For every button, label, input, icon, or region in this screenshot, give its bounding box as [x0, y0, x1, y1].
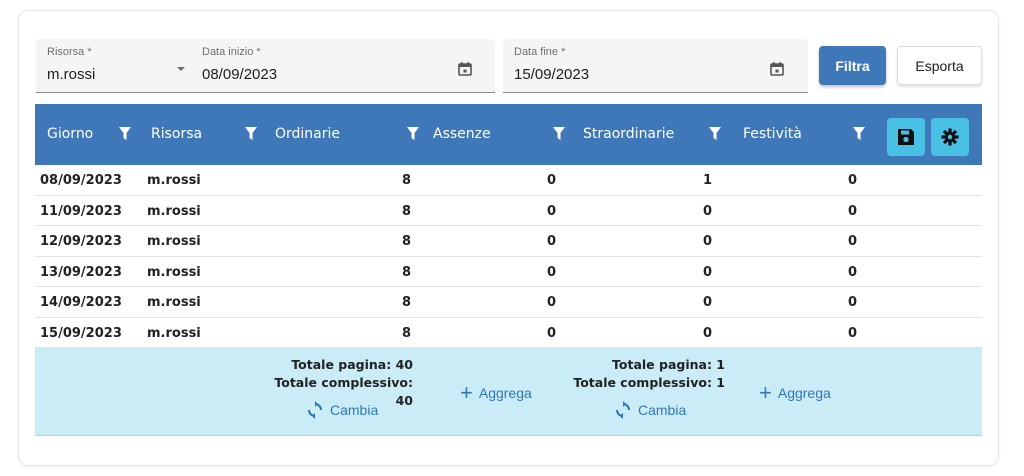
cell-risorsa: m.rossi — [147, 325, 201, 341]
table-row[interactable]: 11/09/2023 m.rossi 8 0 0 0 — [35, 196, 982, 226]
filtra-button[interactable]: Filtra — [819, 46, 886, 85]
cell-straordinarie: 0 — [703, 295, 713, 310]
table-row[interactable]: 12/09/2023 m.rossi 8 0 0 0 — [35, 226, 982, 257]
grid-body: 08/09/2023 m.rossi 8 0 1 0 11/09/2023 m.… — [35, 165, 982, 348]
cell-risorsa: m.rossi — [147, 295, 201, 310]
refresh-icon — [308, 401, 322, 419]
aggrega-ordinarie-link[interactable]: + Aggrega — [460, 380, 532, 405]
column-label: Straordinarie — [583, 126, 675, 142]
calendar-icon[interactable] — [769, 61, 785, 77]
straordinarie-totals: Totale pagina: 1 Totale complessivo: 1 — [565, 356, 725, 392]
data-fine-value: 15/09/2023 — [514, 66, 590, 83]
column-risorsa[interactable]: Risorsa — [135, 104, 265, 165]
cell-risorsa: m.rossi — [147, 173, 201, 188]
aggrega-label: Aggrega — [478, 385, 532, 401]
calendar-icon[interactable] — [457, 61, 473, 77]
settings-button[interactable] — [931, 118, 969, 156]
save-icon — [898, 129, 914, 145]
cell-straordinarie: 0 — [703, 203, 713, 219]
cell-festivita: 0 — [848, 264, 858, 280]
cell-straordinarie: 0 — [703, 234, 713, 249]
column-festivita[interactable]: Festività — [725, 104, 875, 165]
filter-icon[interactable] — [709, 127, 721, 141]
cell-straordinarie: 0 — [703, 264, 713, 280]
cambia-label: Cambia — [638, 402, 687, 418]
aggrega-straordinarie-link[interactable]: + Aggrega — [759, 380, 831, 405]
straordinarie-page-total: Totale pagina: 1 — [612, 357, 725, 372]
cambia-label: Cambia — [330, 402, 379, 418]
plus-icon: + — [759, 380, 772, 405]
cell-festivita: 0 — [848, 173, 858, 188]
cell-assenze: 0 — [547, 173, 557, 188]
column-giorno[interactable]: Giorno — [35, 104, 135, 165]
cell-festivita: 0 — [848, 234, 858, 249]
column-assenze[interactable]: Assenze — [425, 104, 570, 165]
column-label: Assenze — [433, 126, 491, 142]
data-grid: Giorno Risorsa Ordinarie Assenze Straord… — [35, 104, 982, 436]
cell-giorno: 11/09/2023 — [40, 203, 122, 219]
cell-giorno: 13/09/2023 — [40, 264, 122, 280]
risorsa-select[interactable]: Risorsa * m.rossi — [36, 39, 201, 93]
cell-giorno: 08/09/2023 — [40, 173, 122, 188]
aggrega-label: Aggrega — [777, 385, 831, 401]
data-fine-field[interactable]: Data fine * 15/09/2023 — [503, 39, 808, 93]
cell-ordinarie: 8 — [402, 234, 412, 249]
straordinarie-cambia-link[interactable]: Cambia — [614, 401, 686, 419]
cell-risorsa: m.rossi — [147, 203, 201, 219]
cell-straordinarie: 0 — [703, 325, 713, 341]
cell-ordinarie: 8 — [402, 264, 412, 280]
column-label: Ordinarie — [275, 126, 341, 142]
risorsa-value: m.rossi — [47, 66, 96, 83]
cell-ordinarie: 8 — [402, 173, 412, 188]
cell-assenze: 0 — [547, 203, 557, 219]
table-row[interactable]: 13/09/2023 m.rossi 8 0 0 0 — [35, 257, 982, 287]
table-row[interactable]: 08/09/2023 m.rossi 8 0 1 0 — [35, 165, 982, 196]
table-row[interactable]: 15/09/2023 m.rossi 8 0 0 0 — [35, 318, 982, 348]
cell-assenze: 0 — [547, 264, 557, 280]
ordinarie-cambia-link[interactable]: Cambia — [306, 401, 378, 419]
data-inizio-label: Data inizio * — [202, 46, 261, 58]
chevron-down-icon[interactable] — [173, 61, 189, 77]
esporta-button[interactable]: Esporta — [897, 46, 982, 85]
filter-icon[interactable] — [407, 127, 419, 141]
filter-icon[interactable] — [245, 127, 257, 141]
cell-giorno: 15/09/2023 — [40, 325, 122, 341]
table-row[interactable]: 14/09/2023 m.rossi 8 0 0 0 — [35, 287, 982, 318]
cell-giorno: 12/09/2023 — [40, 234, 122, 249]
refresh-icon — [616, 401, 630, 419]
cell-ordinarie: 8 — [402, 295, 412, 310]
cell-festivita: 0 — [848, 203, 858, 219]
data-fine-label: Data fine * — [514, 46, 566, 58]
column-label: Risorsa — [151, 126, 203, 142]
filter-icon[interactable] — [853, 127, 865, 141]
cell-straordinarie: 1 — [703, 173, 713, 188]
filter-icon[interactable] — [119, 127, 131, 141]
cell-giorno: 14/09/2023 — [40, 295, 122, 310]
data-inizio-field[interactable]: Data inizio * 08/09/2023 — [191, 39, 495, 93]
column-label: Giorno — [47, 126, 94, 142]
cell-festivita: 0 — [848, 325, 858, 341]
straordinarie-grand-total: Totale complessivo: 1 — [573, 375, 725, 390]
grid-header: Giorno Risorsa Ordinarie Assenze Straord… — [35, 104, 982, 165]
cell-festivita: 0 — [848, 295, 858, 310]
panel-card: Risorsa * m.rossi Data inizio * 08/09/20… — [18, 10, 999, 466]
gear-icon — [941, 128, 959, 146]
cell-assenze: 0 — [547, 234, 557, 249]
filter-icon[interactable] — [553, 127, 565, 141]
column-label: Festività — [743, 126, 802, 142]
cell-assenze: 0 — [547, 325, 557, 341]
column-straordinarie[interactable]: Straordinarie — [570, 104, 725, 165]
data-inizio-value: 08/09/2023 — [202, 66, 278, 83]
column-ordinarie[interactable]: Ordinarie — [265, 104, 425, 165]
cell-ordinarie: 8 — [402, 325, 412, 341]
cell-ordinarie: 8 — [402, 203, 412, 219]
summary-footer: Totale pagina: 40 Totale complessivo: 40… — [35, 348, 982, 436]
plus-icon: + — [460, 380, 473, 405]
ordinarie-page-total: Totale pagina: 40 — [291, 357, 413, 372]
cell-assenze: 0 — [547, 295, 557, 310]
risorsa-label: Risorsa * — [47, 46, 92, 58]
cell-risorsa: m.rossi — [147, 234, 201, 249]
cell-risorsa: m.rossi — [147, 264, 201, 280]
save-button[interactable] — [887, 118, 925, 156]
